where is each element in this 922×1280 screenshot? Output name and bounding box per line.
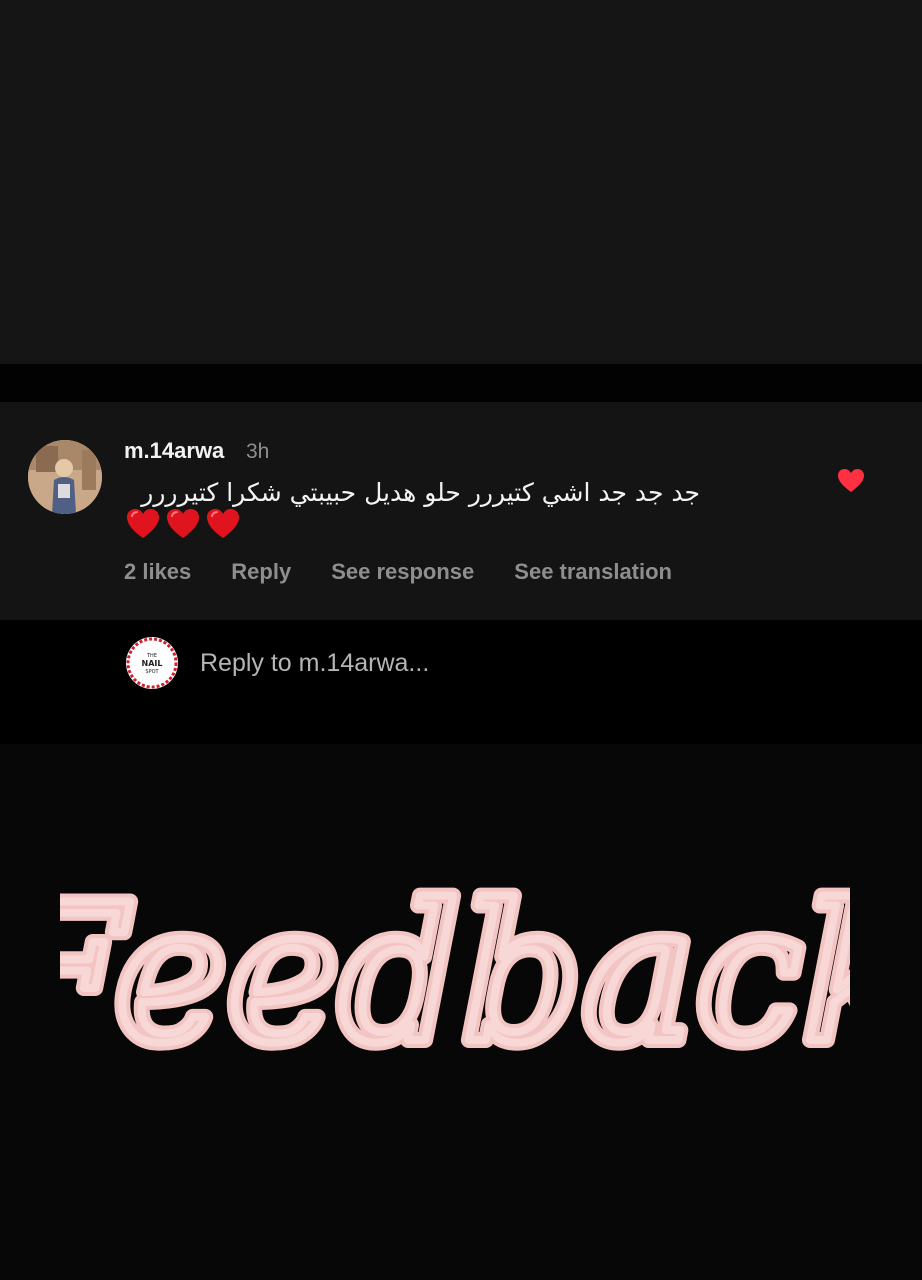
logo-text-bottom: SPOT (145, 669, 159, 675)
see-translation-button[interactable]: See translation (514, 559, 672, 585)
comment-actions: 2 likes Reply See response See translati… (124, 559, 672, 585)
red-heart-emoji (207, 509, 239, 538)
story-top-area (0, 0, 922, 364)
reply-input[interactable] (200, 646, 800, 680)
red-heart-emoji (167, 509, 199, 538)
comment-text: جد جد جد اشي كتيررر حلو هديل حبيبتي شكرا… (141, 478, 700, 507)
comment-emoji-row (126, 508, 240, 540)
likes-count-button[interactable]: 2 likes (124, 559, 191, 585)
feedback-caption-highlight: Feedback (60, 864, 850, 1085)
shop-avatar-logo[interactable]: THE NAIL SPOT (126, 637, 178, 689)
feedback-caption: Feedback Feedback (60, 856, 850, 1093)
logo-text-main: NAIL (142, 659, 163, 668)
red-heart-emoji (127, 509, 159, 538)
comment-username[interactable]: m.14arwa (124, 438, 224, 464)
commenter-avatar[interactable] (28, 440, 102, 514)
divider-band (0, 364, 922, 402)
reply-button[interactable]: Reply (231, 559, 291, 585)
see-response-button[interactable]: See response (331, 559, 474, 585)
comment-timestamp: 3h (246, 440, 270, 463)
like-heart-icon[interactable] (837, 468, 865, 494)
